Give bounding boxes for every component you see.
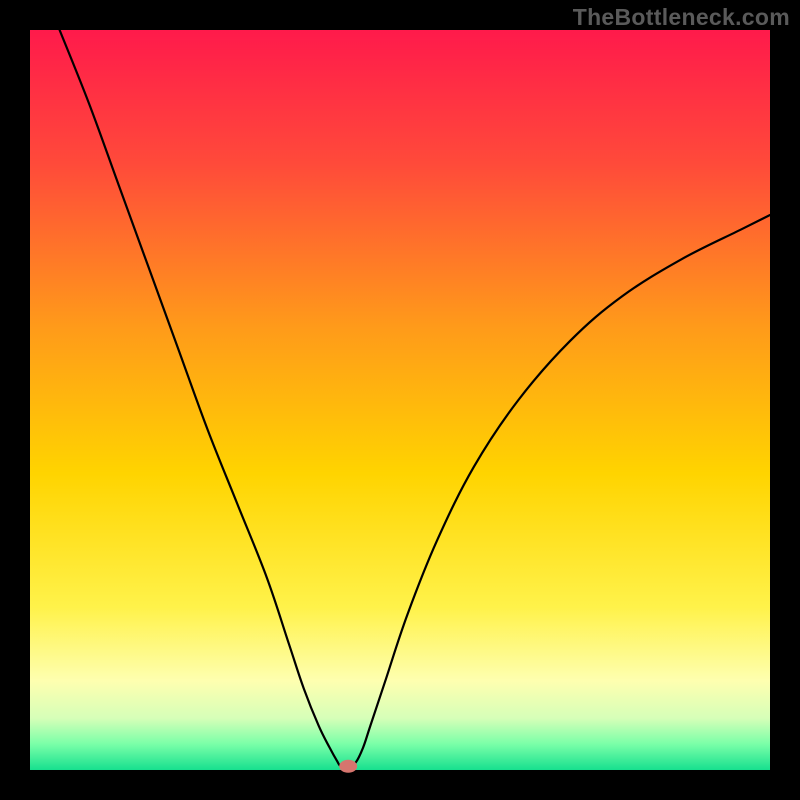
chart-frame: TheBottleneck.com xyxy=(0,0,800,800)
minimum-marker xyxy=(339,760,357,773)
bottleneck-chart xyxy=(0,0,800,800)
watermark-text: TheBottleneck.com xyxy=(573,4,790,31)
